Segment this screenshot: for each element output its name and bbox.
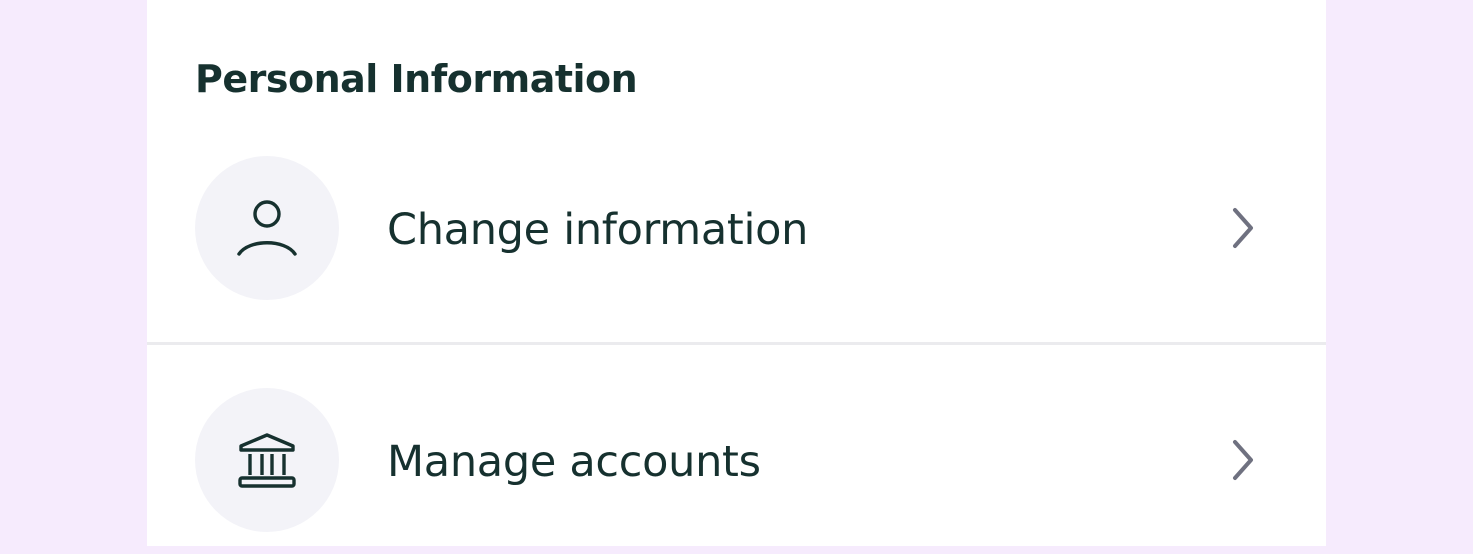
bank-icon — [238, 433, 296, 488]
manage-accounts-item[interactable]: Manage accounts — [147, 366, 1326, 554]
personal-information-panel: Personal Information Change information — [147, 0, 1326, 546]
chevron-right-icon — [1233, 208, 1253, 248]
user-icon — [237, 200, 297, 256]
section-title: Personal Information — [195, 57, 638, 101]
divider — [147, 342, 1326, 345]
change-information-label: Change information — [387, 205, 809, 255]
manage-accounts-icon-circle — [195, 388, 339, 532]
manage-accounts-label: Manage accounts — [387, 437, 761, 487]
change-information-icon-circle — [195, 156, 339, 300]
change-information-item[interactable]: Change information — [147, 134, 1326, 322]
chevron-right-icon — [1233, 440, 1253, 480]
